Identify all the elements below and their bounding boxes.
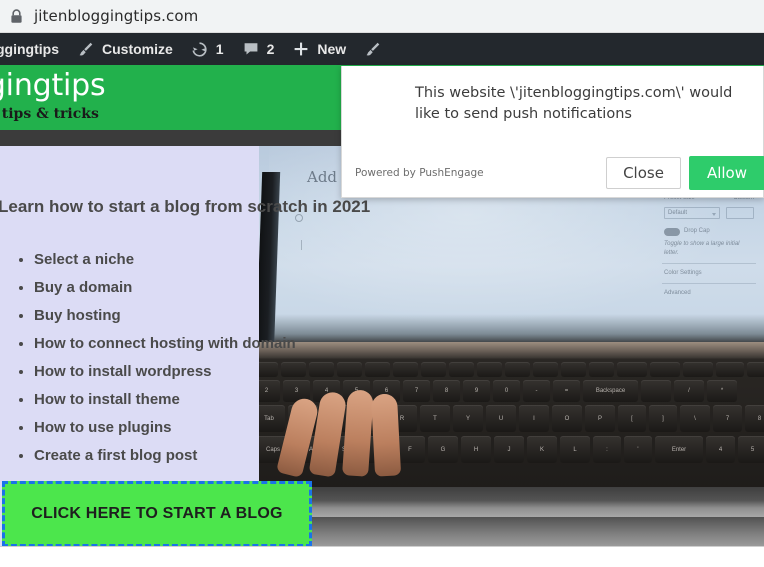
allow-button[interactable]: Allow [688, 156, 764, 190]
list-item: Buy a domain [18, 279, 296, 296]
list-item: Create a first blog post [18, 447, 296, 464]
panel-drop-cap-hint: Toggle to show a large initial letter. [664, 241, 740, 256]
finger-3 [342, 389, 374, 477]
panel-drop-cap-label: Drop Cap [684, 228, 710, 234]
list-item: How to install wordpress [18, 363, 296, 380]
laptop-front-edge [259, 487, 764, 517]
push-dialog-footer: Powered by PushEngage Close Allow [342, 149, 764, 197]
panel-divider-3 [662, 283, 756, 284]
panel-divider-2 [662, 263, 756, 264]
admin-bar-item-updates[interactable]: 1 [182, 33, 233, 65]
comment-bubble-icon [242, 40, 260, 58]
panel-preset-size-value: Default [668, 209, 688, 216]
panel-preset-size-select[interactable]: Default [664, 207, 720, 219]
laptop-photo: Add title Start with the building narrat… [259, 146, 764, 546]
admin-bar-site-name-label: ggingtips [0, 41, 59, 57]
post-content-area: Add title Start with the building narrat… [0, 146, 764, 546]
list-item: Buy hosting [18, 307, 296, 324]
panel-drop-cap-toggle[interactable] [664, 227, 680, 236]
push-dialog-message: This website \'jitenbloggingtips.com\' w… [415, 85, 733, 123]
panel-advanced-label: Advanced [664, 290, 691, 296]
edit-pencil-icon [364, 40, 382, 58]
list-item: How to connect hosting with domain [18, 335, 296, 352]
wp-admin-bar: ggingtips Customize 1 2 New [0, 33, 764, 65]
start-a-blog-cta-button[interactable]: CLICK HERE TO START A BLOG [2, 481, 312, 546]
admin-bar-item-edit[interactable] [355, 33, 398, 65]
photo-text-caret [301, 240, 302, 250]
list-item: How to install theme [18, 391, 296, 408]
photo-keyboard: 23 45 67 89 0- =Backspace / * TabQ WE RT… [259, 342, 764, 517]
laptop-deck [259, 342, 764, 358]
site-tagline: gging tips & tricks [0, 106, 99, 122]
paintbrush-icon [77, 40, 95, 58]
lock-icon [8, 8, 24, 24]
plus-icon [292, 40, 310, 58]
admin-bar-new-label: New [317, 41, 347, 57]
panel-custom-size-input[interactable] [726, 207, 754, 219]
push-notification-dialog: This website \'jitenbloggingtips.com\' w… [341, 66, 764, 198]
admin-bar-site-name[interactable]: ggingtips [0, 33, 68, 65]
page-viewport: ggingtips Customize 1 2 New ingtips tips… [0, 33, 764, 567]
keyboard-row-function [259, 362, 764, 377]
admin-bar-updates-count: 1 [215, 41, 224, 57]
url-text: jitenbloggingtips.com [34, 7, 199, 25]
page-footer-strip [0, 546, 764, 567]
close-button[interactable]: Close [606, 157, 681, 189]
list-item: How to use plugins [18, 419, 296, 436]
push-dialog-actions: Close Allow [606, 156, 764, 190]
browser-address-bar[interactable]: jitenbloggingtips.com [0, 0, 764, 33]
browser-window: jitenbloggingtips.com ggingtips Customiz… [0, 0, 764, 567]
revisions-icon [191, 40, 209, 58]
list-item: Select a niche [18, 251, 296, 268]
admin-bar-item-customize[interactable]: Customize [68, 33, 182, 65]
admin-bar-item-comments[interactable]: 2 [233, 33, 284, 65]
panel-color-settings-label: Color Settings [664, 270, 702, 276]
admin-bar-customize-label: Customize [102, 41, 173, 57]
finger-4 [370, 393, 402, 477]
powered-by-label: Powered by PushEngage [355, 167, 484, 179]
admin-bar-item-new[interactable]: New [283, 33, 355, 65]
cta-label: CLICK HERE TO START A BLOG [31, 505, 283, 522]
site-title[interactable]: ggingtips [0, 68, 106, 103]
post-bullet-list: Select a niche Buy a domain Buy hosting … [18, 251, 296, 475]
photo-block-icon [295, 214, 303, 222]
admin-bar-comments-count: 2 [266, 41, 275, 57]
